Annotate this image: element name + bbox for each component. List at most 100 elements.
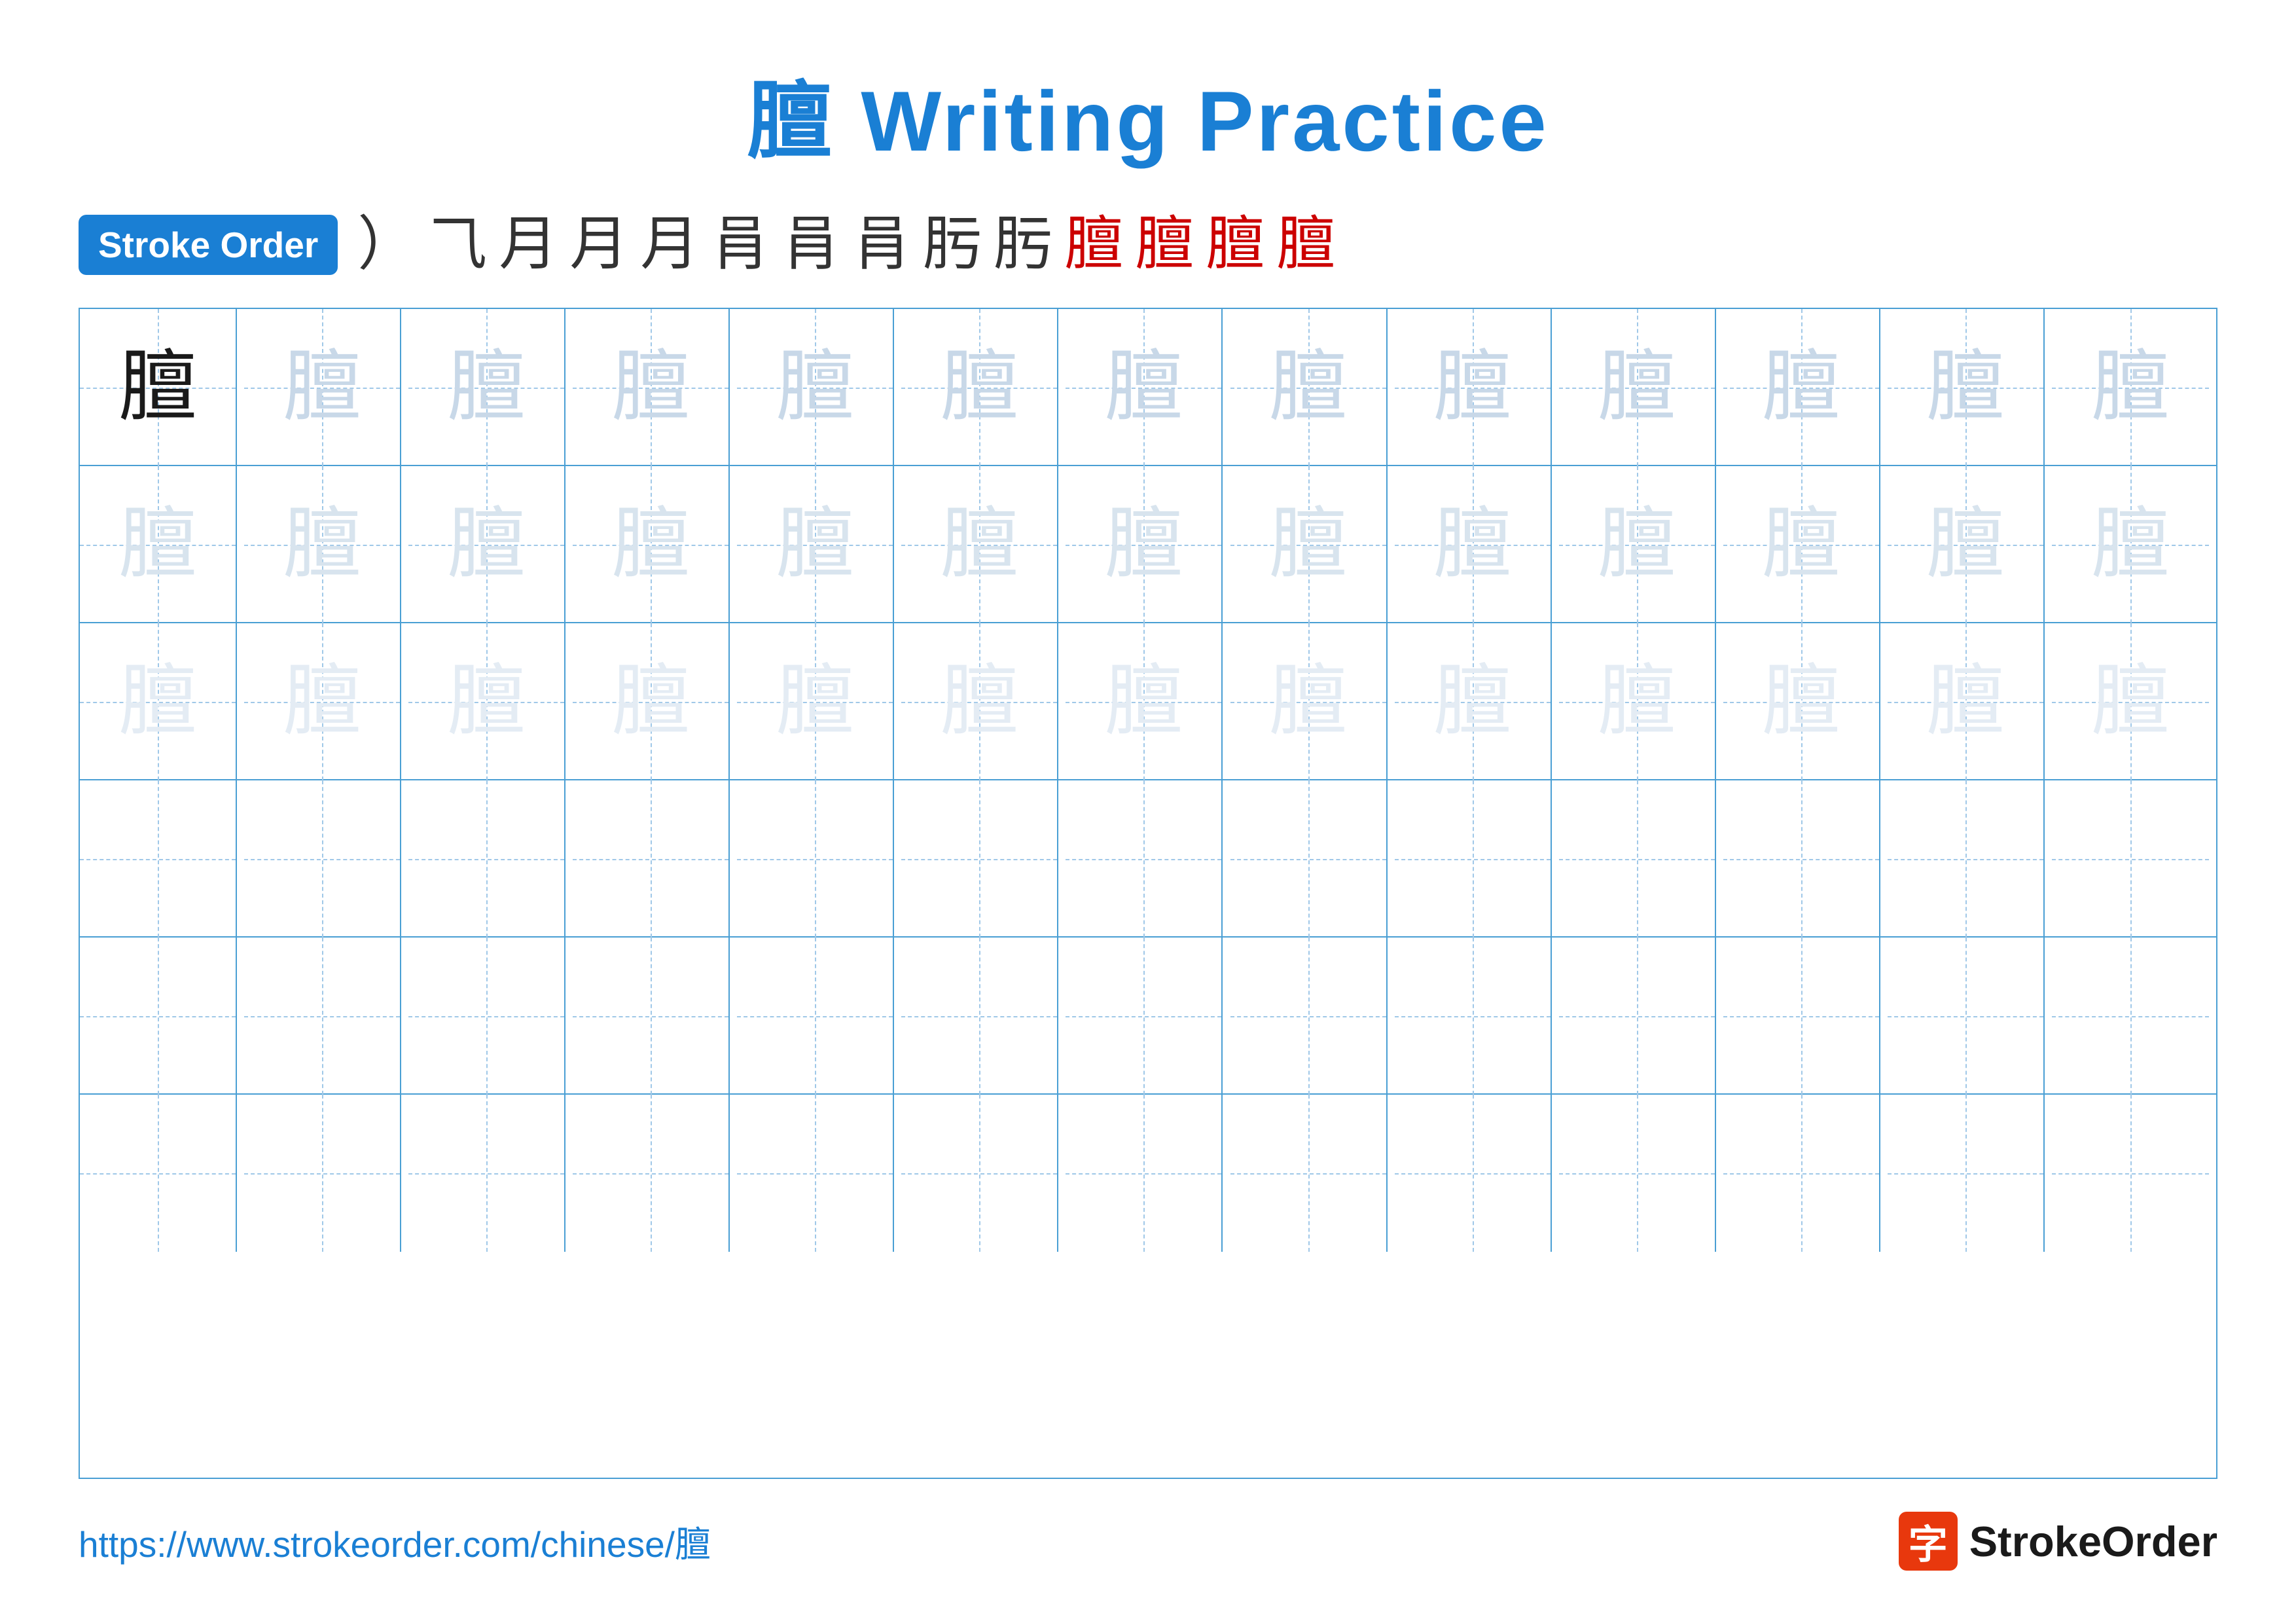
grid-cell[interactable]: 膻 [1888,623,2045,780]
grid-cell[interactable] [1559,780,1716,938]
grid-cell[interactable] [737,780,894,938]
grid-cell[interactable] [2052,780,2209,938]
char-display: 膻 [118,348,197,427]
grid-cell[interactable] [244,938,401,1095]
grid-cell[interactable] [408,938,565,1095]
grid-cell[interactable] [901,780,1058,938]
grid-cell[interactable]: 膻 [408,466,565,623]
grid-cell[interactable] [1723,938,1880,1095]
grid-cell[interactable] [737,1095,894,1252]
grid-cell[interactable] [2052,938,2209,1095]
grid-cell[interactable] [1230,1095,1388,1252]
stroke-order-row: Stroke Order ） ⺄ 月 月 月 肙 肙 肙 肟 肟 膻 膻 膻 膻 [79,215,2217,275]
char-display: 膻 [283,505,361,584]
char-display: 膻 [776,663,854,741]
grid-cell[interactable]: 膻 [901,309,1058,466]
grid-cell[interactable]: 膻 [901,623,1058,780]
grid-cell[interactable]: 膻 [80,309,237,466]
grid-cell[interactable] [2052,1095,2209,1252]
grid-cell[interactable] [901,938,1058,1095]
grid-cell[interactable]: 膻 [80,623,237,780]
grid-cell[interactable]: 膻 [2052,623,2209,780]
grid-cell[interactable] [80,780,237,938]
grid-cell[interactable]: 膻 [1559,466,1716,623]
grid-cell[interactable]: 膻 [1888,309,2045,466]
grid-cell[interactable]: 膻 [2052,466,2209,623]
grid-cell[interactable] [1066,1095,1223,1252]
char-display: 膻 [1433,348,1512,427]
grid-cell[interactable]: 膻 [1395,623,1552,780]
grid-cell[interactable]: 膻 [1723,309,1880,466]
grid-cell[interactable]: 膻 [1395,309,1552,466]
grid-cell[interactable]: 膻 [1066,466,1223,623]
grid-cell[interactable]: 膻 [901,466,1058,623]
char-display: 膻 [1598,505,1676,584]
grid-cell[interactable]: 膻 [1066,309,1223,466]
grid-cell[interactable]: 膻 [1230,623,1388,780]
grid-cell[interactable] [1066,938,1223,1095]
grid-cell[interactable] [80,1095,237,1252]
grid-cell[interactable] [1888,780,2045,938]
grid-cell[interactable] [1559,938,1716,1095]
grid-cell[interactable]: 膻 [1559,309,1716,466]
grid-cell[interactable]: 膻 [2052,309,2209,466]
char-display: 膻 [1433,663,1512,741]
grid-cell[interactable]: 膻 [408,623,565,780]
char-display: 膻 [447,663,526,741]
grid-cell[interactable]: 膻 [244,309,401,466]
grid-cell[interactable] [1230,938,1388,1095]
grid-cell[interactable] [244,1095,401,1252]
grid-cell[interactable] [1723,1095,1880,1252]
stroke-step-6: 肙 [711,215,770,274]
grid-cell[interactable] [408,1095,565,1252]
char-display: 膻 [940,348,1018,427]
grid-cell[interactable] [1230,780,1388,938]
grid-cell[interactable]: 膻 [737,623,894,780]
char-display: 膻 [447,348,526,427]
grid-cell[interactable]: 膻 [573,623,730,780]
grid-cell[interactable]: 膻 [573,309,730,466]
stroke-step-10: 肟 [994,215,1052,274]
grid-cell[interactable]: 膻 [1230,466,1388,623]
grid-cell[interactable] [573,1095,730,1252]
grid-cell[interactable] [1066,780,1223,938]
grid-cell[interactable]: 膻 [1559,623,1716,780]
stroke-step-5: 月 [640,215,699,274]
grid-cell[interactable] [901,1095,1058,1252]
grid-cell[interactable] [408,780,565,938]
grid-cell[interactable]: 膻 [1395,466,1552,623]
grid-cell[interactable] [1723,780,1880,938]
grid-cell[interactable] [80,938,237,1095]
char-display: 膻 [283,663,361,741]
grid-cell[interactable] [737,938,894,1095]
grid-cell[interactable]: 膻 [1888,466,2045,623]
grid-cell[interactable] [573,780,730,938]
char-display: 膻 [1598,348,1676,427]
char-display: 膻 [1433,505,1512,584]
grid-cell[interactable]: 膻 [244,623,401,780]
grid-cell[interactable] [1888,1095,2045,1252]
grid-cell[interactable]: 膻 [737,466,894,623]
stroke-step-9: 肟 [923,215,982,274]
grid-cell[interactable]: 膻 [573,466,730,623]
char-display: 膻 [1104,663,1183,741]
grid-cell[interactable]: 膻 [408,309,565,466]
grid-cell[interactable] [1888,938,2045,1095]
grid-cell[interactable]: 膻 [1066,623,1223,780]
grid-cell[interactable]: 膻 [1230,309,1388,466]
char-display: 膻 [2091,663,2170,741]
grid-cell[interactable] [1559,1095,1716,1252]
grid-cell[interactable]: 膻 [737,309,894,466]
footer-url[interactable]: https://www.strokeorder.com/chinese/膻 [79,1515,711,1567]
stroke-order-badge[interactable]: Stroke Order [79,215,338,275]
grid-cell[interactable]: 膻 [1723,623,1880,780]
grid-cell[interactable] [573,938,730,1095]
grid-cell[interactable] [1395,1095,1552,1252]
grid-cell[interactable] [1395,780,1552,938]
grid-cell[interactable]: 膻 [244,466,401,623]
grid-cell[interactable] [1395,938,1552,1095]
grid-cell[interactable] [244,780,401,938]
grid-cell[interactable]: 膻 [1723,466,1880,623]
grid-cell[interactable]: 膻 [80,466,237,623]
grid-row-1: 膻 膻 膻 膻 膻 膻 膻 膻 膻 膻 膻 膻 膻 [80,309,2216,466]
